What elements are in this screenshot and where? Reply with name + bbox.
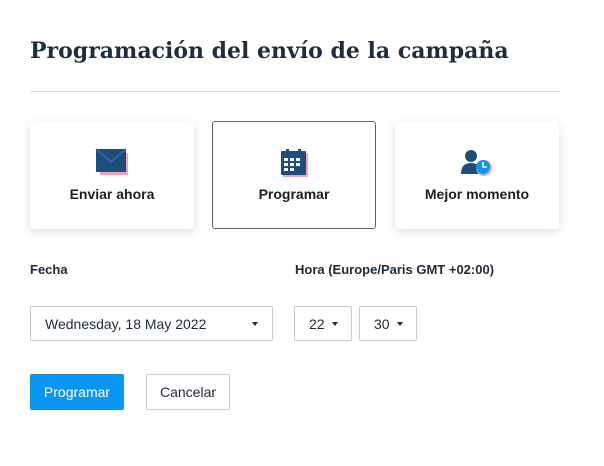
- chevron-down-icon: [397, 322, 403, 326]
- hour-value: 22: [309, 315, 325, 332]
- chevron-down-icon: [252, 322, 258, 326]
- page-title: Programación del envío de la campaña: [30, 38, 509, 64]
- time-label: Hora (Europe/Paris GMT +02:00): [295, 262, 495, 277]
- send-now-label: Enviar ahora: [69, 186, 155, 202]
- envelope-icon: [95, 148, 129, 178]
- schedule-label: Programar: [258, 186, 330, 202]
- best-time-option[interactable]: Mejor momento: [395, 121, 559, 229]
- send-now-option[interactable]: Enviar ahora: [30, 121, 194, 229]
- best-time-label: Mejor momento: [424, 186, 530, 202]
- chevron-down-icon: [332, 322, 338, 326]
- date-dropdown[interactable]: Wednesday, 18 May 2022: [30, 306, 273, 341]
- cancel-button[interactable]: Cancelar: [146, 374, 230, 410]
- schedule-button[interactable]: Programar: [30, 374, 124, 410]
- schedule-option[interactable]: Programar: [212, 121, 376, 229]
- date-label: Fecha: [30, 262, 68, 277]
- hour-dropdown[interactable]: 22: [294, 306, 352, 341]
- minute-value: 30: [374, 315, 390, 332]
- header-divider: [30, 91, 560, 92]
- date-value: Wednesday, 18 May 2022: [45, 315, 207, 332]
- minute-dropdown[interactable]: 30: [359, 306, 417, 341]
- user-clock-icon: [460, 148, 494, 178]
- calendar-icon: [279, 148, 309, 178]
